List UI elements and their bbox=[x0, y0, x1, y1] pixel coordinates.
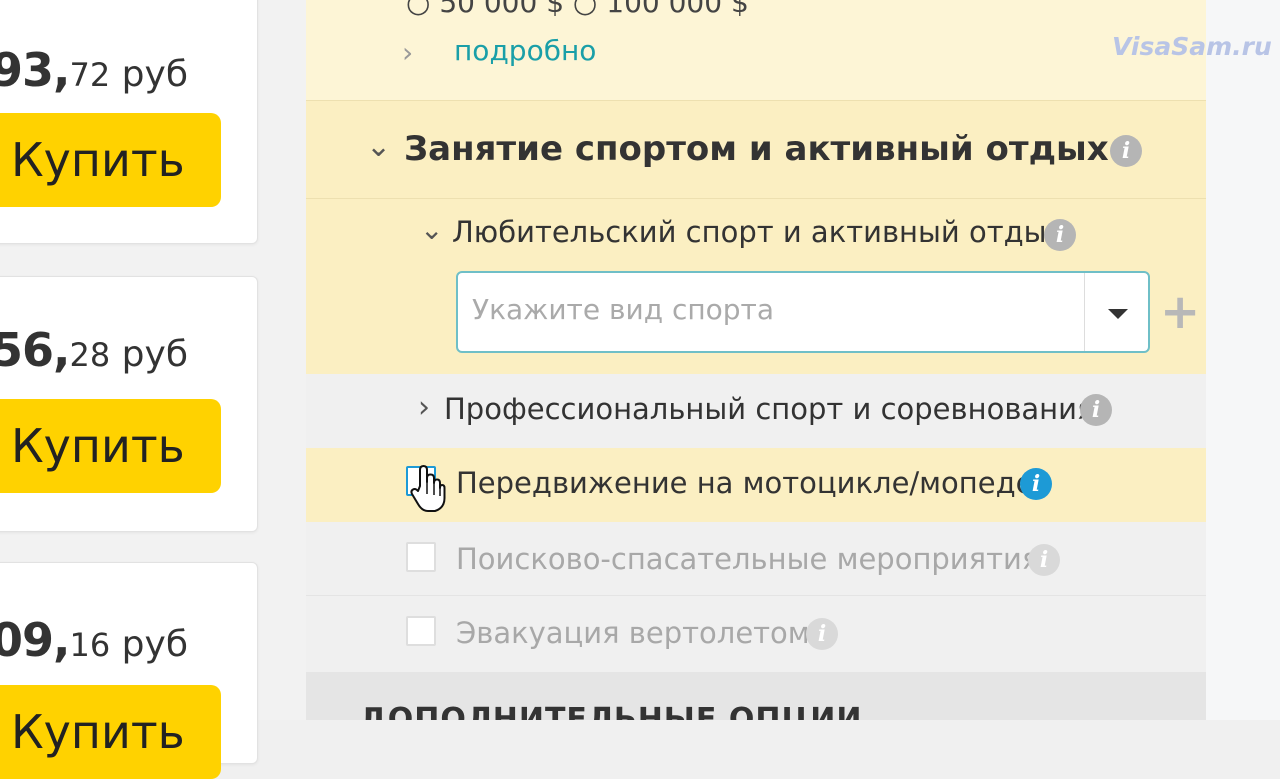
info-icon[interactable]: i bbox=[1020, 468, 1052, 500]
professional-sport-label: Профессиональный спорт и соревнования bbox=[444, 392, 1095, 426]
price-card-2: 56,28 руб Купить bbox=[0, 276, 258, 532]
info-icon[interactable]: i bbox=[1080, 394, 1112, 426]
sport-type-placeholder: Укажите вид спорта bbox=[472, 293, 775, 326]
hand-cursor-icon bbox=[410, 465, 446, 512]
price-column: 93,72 руб Купить 56,28 руб Купить 09,16 … bbox=[0, 0, 306, 779]
price-card-1: 93,72 руб Купить bbox=[0, 0, 258, 244]
sport-type-select[interactable]: Укажите вид спорта bbox=[456, 271, 1150, 353]
amateur-sport-label[interactable]: Любительский спорт и активный отдых bbox=[452, 215, 1064, 249]
chevron-right-icon: › bbox=[418, 390, 430, 425]
option-row-search-rescue[interactable]: Поисково-спасательные мероприятия i bbox=[306, 522, 1206, 596]
info-icon[interactable]: i bbox=[1028, 544, 1060, 576]
insurance-options-panel: ○ 50 000 $ ○ 100 000 $ › подробно ⌄ Заня… bbox=[306, 0, 1206, 720]
option-row-helicopter[interactable]: Эвакуация вертолетом i bbox=[306, 596, 1206, 672]
buy-button-2[interactable]: Купить bbox=[0, 399, 221, 493]
search-rescue-label[interactable]: Поисково-спасательные мероприятия bbox=[456, 542, 1039, 576]
price-value-1: 93,72 руб bbox=[0, 43, 189, 97]
dropdown-arrow-icon[interactable] bbox=[1108, 309, 1128, 319]
watermark-text: VisaSam.ru bbox=[1112, 32, 1272, 61]
coverage-section: ○ 50 000 $ ○ 100 000 $ › подробно bbox=[306, 0, 1206, 100]
professional-sport-section[interactable]: › Профессиональный спорт и соревнования … bbox=[306, 374, 1206, 448]
additional-options-header[interactable]: ДОПОЛНИТЕЛЬНЫЕ ОПЦИИ bbox=[306, 672, 1206, 720]
buy-button-3[interactable]: Купить bbox=[0, 685, 221, 779]
helicopter-label[interactable]: Эвакуация вертолетом bbox=[456, 616, 810, 650]
add-sport-icon[interactable]: + bbox=[1160, 288, 1200, 336]
helicopter-checkbox[interactable] bbox=[406, 616, 436, 646]
details-link[interactable]: подробно bbox=[454, 34, 596, 67]
price-value-3: 09,16 руб bbox=[0, 613, 189, 667]
chevron-right-icon: › bbox=[402, 36, 414, 69]
coverage-options: ○ 50 000 $ ○ 100 000 $ bbox=[406, 0, 749, 19]
page-background bbox=[1206, 0, 1280, 720]
additional-options-title: ДОПОЛНИТЕЛЬНЫЕ ОПЦИИ bbox=[360, 702, 863, 720]
chevron-down-icon: ⌄ bbox=[366, 129, 392, 164]
chevron-down-icon[interactable]: ⌄ bbox=[420, 213, 443, 246]
buy-button-1[interactable]: Купить bbox=[0, 113, 221, 207]
info-icon[interactable]: i bbox=[806, 618, 838, 650]
price-card-3: 09,16 руб Купить bbox=[0, 562, 258, 779]
sports-section-title: Занятие спортом и активный отдых bbox=[404, 129, 1109, 169]
sports-section-header[interactable]: ⌄ Занятие спортом и активный отдых i bbox=[306, 100, 1206, 198]
price-value-2: 56,28 руб bbox=[0, 323, 189, 377]
info-icon[interactable]: i bbox=[1044, 219, 1076, 251]
select-divider bbox=[1084, 273, 1085, 351]
motorcycle-label[interactable]: Передвижение на мотоцикле/мопеде bbox=[456, 466, 1034, 500]
info-icon[interactable]: i bbox=[1110, 135, 1142, 167]
search-rescue-checkbox[interactable] bbox=[406, 542, 436, 572]
